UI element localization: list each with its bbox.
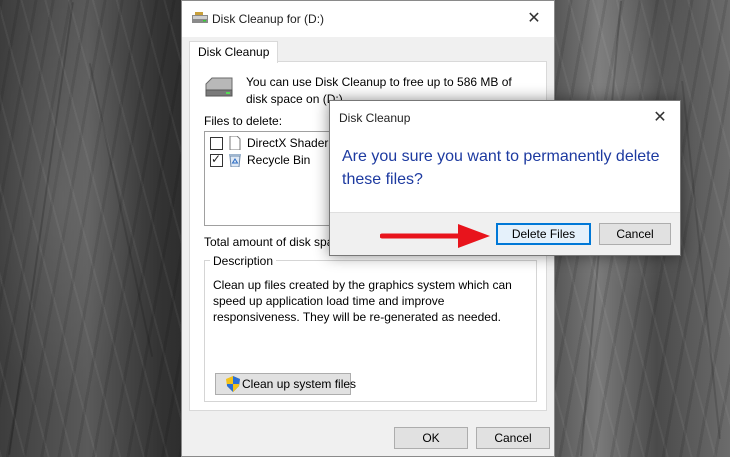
background-texture (681, 80, 721, 440)
files-to-delete-label: Files to delete: (204, 114, 283, 128)
dialog-cancel-button[interactable]: Cancel (599, 223, 671, 245)
ok-button[interactable]: OK (394, 427, 468, 449)
checkbox[interactable] (210, 137, 223, 150)
window-title: Disk Cleanup for (D:) (212, 12, 325, 26)
checkbox[interactable]: ✓ (210, 152, 223, 167)
button-label: Clean up system files (242, 377, 357, 391)
clean-up-system-files-button[interactable]: Clean up system files (215, 373, 356, 395)
red-arrow-annotation (380, 224, 490, 248)
hard-drive-icon (205, 77, 233, 97)
cancel-button[interactable]: Cancel (476, 427, 550, 449)
close-icon[interactable]: ✕ (648, 107, 672, 129)
tab-disk-cleanup[interactable]: Disk Cleanup (189, 41, 279, 63)
drive-cleanup-icon (192, 12, 208, 23)
confirm-message: Are you sure you want to permanently del… (342, 148, 660, 188)
description-text: Clean up files created by the graphics s… (213, 278, 512, 324)
recycle-bin-icon (229, 154, 241, 167)
total-disk-space-label: Total amount of disk space (204, 235, 347, 249)
uac-shield-icon (226, 376, 240, 392)
description-group: Description Clean up files created by th… (204, 254, 537, 402)
background-texture (88, 63, 154, 357)
background-texture (8, 2, 74, 455)
check-icon: ✓ (211, 152, 222, 166)
dialog-title: Disk Cleanup (339, 111, 411, 125)
shader-file-icon (229, 136, 241, 150)
file-name: Recycle Bin (247, 153, 311, 167)
delete-files-button[interactable]: Delete Files (496, 223, 591, 245)
title-bar[interactable]: Disk Cleanup for (D:) ✕ (182, 1, 554, 37)
description-legend: Description (210, 254, 277, 268)
close-icon[interactable]: ✕ (520, 7, 548, 31)
